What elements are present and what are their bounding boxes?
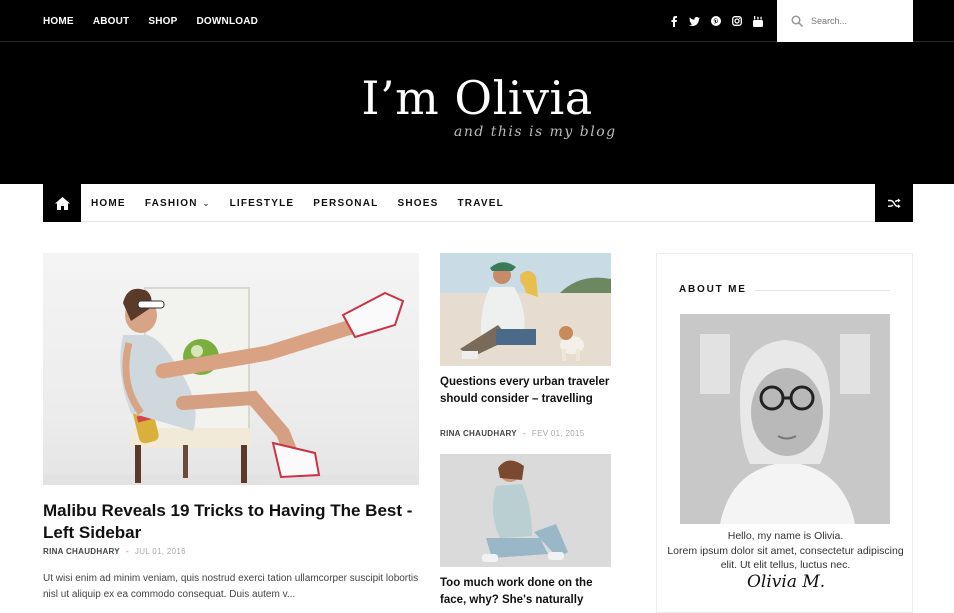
home-button[interactable] [43,184,81,222]
top-bar: HOME ABOUT SHOP DOWNLOAD [0,0,954,42]
post-author[interactable]: RINA CHAUDHARY [43,547,120,556]
about-intro: Hello, my name is Olivia. [727,530,844,542]
featured-post-title[interactable]: Malibu Reveals 19 Tricks to Having The B… [43,500,423,544]
nav-item-label: LIFESTYLE [229,197,295,209]
about-description: Lorem ipsum dolor sit amet, consectetur … [667,544,904,572]
youtube-icon[interactable] [752,15,763,27]
site-header: I’m Olivia and this is my blog [0,42,954,184]
nav-item-personal[interactable]: PERSONAL [313,198,378,209]
site-tagline: and this is my blog [454,124,617,140]
couple-photo-illustration [440,253,611,366]
post-author[interactable]: RINA CHAUDHARY [440,429,517,438]
nav-item-home[interactable]: HOME [91,198,126,209]
post-card-title[interactable]: Too much work done on the face, why? She… [440,575,615,608]
facebook-icon[interactable] [668,15,679,27]
nav-item-label: FASHION [144,197,198,209]
random-post-button[interactable] [875,184,913,222]
post-date: FEV 01, 2015 [531,429,585,438]
nav-item-label: HOME [91,197,126,209]
site-title[interactable]: I’m Olivia [0,71,954,125]
author-portrait-illustration [680,314,890,524]
main-nav: HOME FASHION ⌄ LIFESTYLE PERSONAL SHOES T… [43,184,913,222]
nav-item-travel[interactable]: TRAVEL [457,198,503,209]
featured-post-meta: RINA CHAUDHARY - JUL 01, 2016 [43,547,186,556]
nav-item-lifestyle[interactable]: LIFESTYLE [230,198,295,209]
post-card-image[interactable] [440,454,611,567]
about-text: Hello, my name is Olivia. Lorem ipsum do… [667,529,904,573]
nav-item-fashion[interactable]: FASHION ⌄ [145,198,211,209]
top-nav-about[interactable]: ABOUT [93,16,130,27]
top-nav: HOME ABOUT SHOP DOWNLOAD [43,0,258,42]
top-nav-home[interactable]: HOME [43,16,74,27]
nav-item-label: SHOES [397,197,439,209]
woman-sitting-photo-illustration [440,454,611,567]
about-me-widget: ABOUT ME Hello, my name is Olivia. Lorem… [656,253,913,613]
author-photo [680,314,890,524]
post-card-title[interactable]: Questions every urban traveler should co… [440,374,615,407]
nav-item-label: PERSONAL [313,197,379,209]
pinterest-icon[interactable] [710,16,721,27]
nav-item-label: TRAVEL [457,197,504,209]
twitter-icon[interactable] [689,16,700,27]
search-box [777,0,913,42]
meta-separator: - [125,547,129,556]
featured-photo-illustration [43,287,419,485]
shuffle-icon [887,198,901,208]
nav-item-shoes[interactable]: SHOES [397,198,438,209]
post-card-meta: RINA CHAUDHARY - FEV 01, 2015 [440,429,584,438]
post-card-image[interactable] [440,253,611,366]
home-icon [54,196,70,210]
chevron-down-icon: ⌄ [202,198,211,208]
instagram-icon[interactable] [731,16,742,27]
main-nav-items: HOME FASHION ⌄ LIFESTYLE PERSONAL SHOES T… [91,184,523,222]
featured-post-image[interactable] [43,253,419,485]
signature-image: Olivia M. [747,572,826,592]
search-icon [791,15,803,27]
meta-separator: - [522,429,526,438]
social-icons [668,0,763,42]
search-input[interactable] [811,16,901,26]
widget-title: ABOUT ME [679,284,747,295]
top-nav-shop[interactable]: SHOP [148,16,177,27]
featured-post-excerpt: Ut wisi enim ad minim veniam, quis nostr… [43,573,419,600]
post-date: JUL 01, 2016 [134,547,186,556]
top-nav-download[interactable]: DOWNLOAD [197,16,259,27]
widget-title-divider [755,290,890,291]
